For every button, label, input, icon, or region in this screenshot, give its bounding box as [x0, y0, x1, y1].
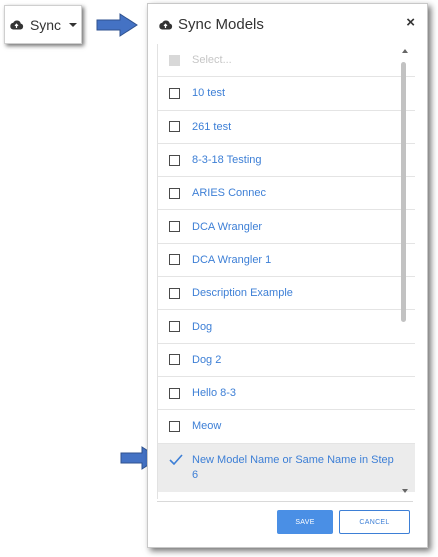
- checkmark-icon[interactable]: [169, 454, 183, 465]
- list-item-label: 10 test: [192, 87, 226, 100]
- select-all-checkbox[interactable]: [169, 54, 180, 66]
- close-icon[interactable]: ×: [406, 15, 415, 31]
- list-item[interactable]: 261 test: [158, 111, 415, 144]
- scrollbar[interactable]: [399, 48, 411, 494]
- checkbox[interactable]: [169, 254, 180, 266]
- list-item[interactable]: 8-3-18 Testing: [158, 144, 415, 178]
- list-item-label: New Model Name or Same Name in Step 6: [192, 453, 394, 481]
- cloud-upload-icon: [159, 20, 173, 29]
- checkbox[interactable]: [169, 387, 180, 399]
- dialog-header: Sync Models ×: [148, 4, 427, 44]
- list-item[interactable]: Dog: [158, 310, 415, 344]
- list-item-label: Hello 8-3: [192, 387, 237, 400]
- list-item-label: Description Example: [192, 287, 293, 300]
- divider: [157, 501, 413, 502]
- chevron-down-icon: [69, 22, 78, 27]
- sync-models-dialog: Sync Models × Select... 10 test 261 test…: [147, 3, 428, 548]
- list-item[interactable]: Meow: [158, 410, 415, 444]
- list-item-label: Dog: [192, 320, 213, 333]
- checkbox[interactable]: [169, 420, 180, 432]
- checkbox[interactable]: [169, 87, 180, 99]
- list-item-label: 261 test: [192, 120, 232, 133]
- list-item[interactable]: ARIES Connec: [158, 177, 415, 211]
- checkbox[interactable]: [169, 321, 180, 333]
- list-item-label: Meow: [192, 420, 222, 433]
- checkbox[interactable]: [169, 287, 180, 299]
- list-item-label: 8-3-18 Testing: [192, 154, 262, 167]
- dialog-title: Sync Models: [178, 15, 264, 33]
- list-item[interactable]: Description Example: [158, 277, 415, 311]
- checkbox[interactable]: [169, 154, 180, 166]
- list-item-label: Dog 2: [192, 353, 222, 366]
- select-all-row[interactable]: Select...: [158, 44, 415, 78]
- save-button[interactable]: SAVE: [277, 510, 333, 534]
- list-item-label: ARIES Connec: [192, 187, 266, 200]
- list-item-label: DCA Wrangler 1: [192, 253, 272, 266]
- list-item[interactable]: Hello 8-3: [158, 377, 415, 411]
- checkbox[interactable]: [169, 121, 180, 133]
- list-item-label: DCA Wrangler: [192, 220, 263, 233]
- scrollbar-thumb[interactable]: [401, 62, 406, 322]
- model-list: Select... 10 test 261 test 8-3-18 Testin…: [157, 44, 415, 499]
- dialog-footer: SAVE CANCEL: [148, 501, 427, 547]
- checkbox[interactable]: [169, 354, 180, 366]
- checkbox[interactable]: [169, 221, 180, 233]
- scroll-down-icon[interactable]: [402, 489, 408, 493]
- list-item[interactable]: DCA Wrangler: [158, 210, 415, 244]
- list-item-selected[interactable]: New Model Name or Same Name in Step 6: [158, 443, 415, 492]
- checkbox[interactable]: [169, 187, 180, 199]
- cancel-button[interactable]: CANCEL: [339, 510, 410, 534]
- select-all-label: Select...: [192, 54, 232, 67]
- scroll-up-icon[interactable]: [402, 49, 408, 53]
- sync-button-label: Sync: [29, 16, 62, 33]
- list-item[interactable]: Dog 2: [158, 344, 415, 377]
- sync-button[interactable]: Sync: [4, 5, 82, 44]
- guide-arrow-right-icon: [96, 13, 138, 37]
- list-item[interactable]: DCA Wrangler 1: [158, 244, 415, 278]
- cloud-upload-icon: [10, 20, 24, 30]
- list-item[interactable]: 10 test: [158, 77, 415, 111]
